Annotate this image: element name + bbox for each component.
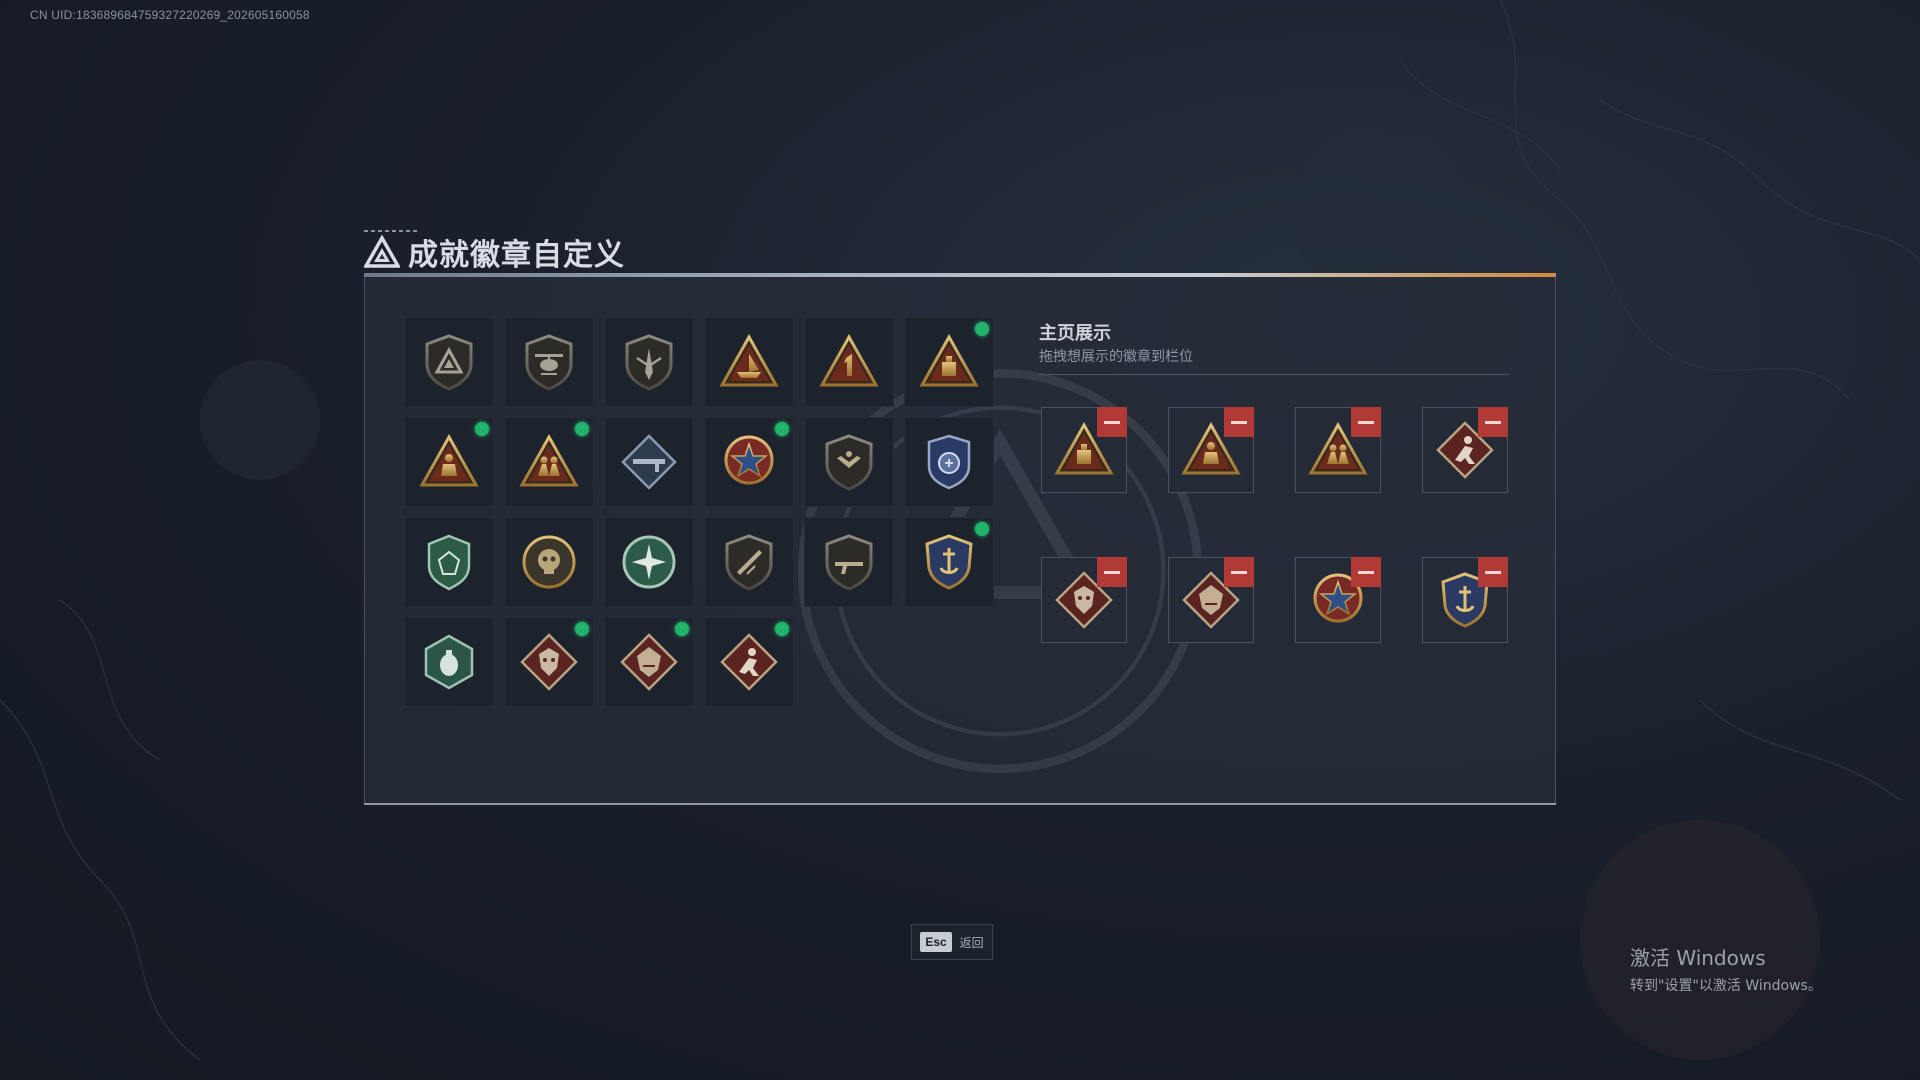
new-indicator-dot: [975, 322, 989, 336]
green-shield-badge-icon: [427, 534, 471, 591]
panel-bottom-line: [364, 803, 1556, 805]
dagger-shield-badge-icon: [619, 332, 679, 392]
display-slot[interactable]: [1168, 407, 1254, 493]
display-slots: [1041, 407, 1511, 667]
remove-badge-button[interactable]: [1224, 407, 1254, 437]
grenade-hexagon-badge-icon: [424, 634, 474, 690]
new-indicator-dot: [975, 522, 989, 536]
soldier-diamond-badge-icon: [719, 632, 779, 692]
badge-cell[interactable]: [704, 417, 794, 507]
badge-cell[interactable]: [904, 517, 994, 607]
new-indicator-dot: [575, 422, 589, 436]
badge-cell[interactable]: [604, 317, 694, 407]
blue-crest-badge-icon: [927, 434, 971, 490]
badge-cell[interactable]: [404, 517, 494, 607]
badge-cell[interactable]: [504, 517, 594, 607]
crate-triangle-badge-icon: [919, 332, 979, 392]
minus-icon: [1485, 420, 1501, 424]
display-slot[interactable]: [1295, 557, 1381, 643]
new-indicator-dot: [675, 622, 689, 636]
badge-cell[interactable]: [404, 317, 494, 407]
badge-cell[interactable]: [604, 517, 694, 607]
display-slot[interactable]: [1295, 407, 1381, 493]
soldiers-triangle-badge-icon: [519, 432, 579, 492]
remove-badge-button[interactable]: [1351, 557, 1381, 587]
minus-icon: [1231, 570, 1247, 574]
display-section-title: 主页展示: [1039, 323, 1111, 344]
badge-cell[interactable]: [704, 517, 794, 607]
ship-triangle-badge-icon: [719, 332, 779, 392]
badge-cell[interactable]: [504, 617, 594, 707]
remove-badge-button[interactable]: [1097, 407, 1127, 437]
remove-badge-button[interactable]: [1224, 557, 1254, 587]
display-slot[interactable]: [1168, 557, 1254, 643]
back-label: 返回: [959, 935, 984, 950]
badge-grid: [404, 317, 994, 707]
minus-icon: [1358, 570, 1374, 574]
triangle-emblem-shield-badge-icon: [419, 332, 479, 392]
rifle-diamond-badge-icon: [621, 434, 677, 490]
kneeling-soldier-triangle-badge-icon: [419, 432, 479, 492]
wings-shield-badge-icon: [819, 432, 879, 492]
display-slot[interactable]: [1041, 557, 1127, 643]
display-slot[interactable]: [1041, 407, 1127, 493]
minus-icon: [1104, 570, 1120, 574]
rifle-shield-badge-icon: [719, 532, 779, 592]
new-indicator-dot: [475, 422, 489, 436]
minus-icon: [1485, 570, 1501, 574]
display-slot[interactable]: [1422, 557, 1508, 643]
back-button[interactable]: Esc 返回: [911, 924, 993, 960]
badge-cell[interactable]: [804, 517, 894, 607]
display-divider: [1039, 374, 1509, 375]
activate-windows-title: 激活 Windows: [1630, 946, 1766, 970]
badge-cell[interactable]: [504, 417, 594, 507]
badge-cell[interactable]: [904, 417, 994, 507]
badge-cell[interactable]: [404, 417, 494, 507]
star-medal-badge-icon: [724, 435, 774, 485]
skull-round-badge-icon: [519, 532, 579, 592]
remove-badge-button[interactable]: [1478, 407, 1508, 437]
badge-cell[interactable]: [504, 317, 594, 407]
badge-cell[interactable]: [804, 317, 894, 407]
esc-key-icon: Esc: [920, 932, 952, 952]
dragon-diamond-alt-badge-icon: [619, 632, 679, 692]
display-section-subtitle: 拖拽想展示的徽章到栏位: [1039, 349, 1193, 365]
activate-windows-hint: 转到"设置"以激活 Windows。: [1630, 978, 1822, 994]
page-title: 成就徽章自定义: [408, 238, 625, 273]
uid-label: CN UID:183689684759327220269_20260516005…: [30, 8, 310, 22]
new-indicator-dot: [775, 622, 789, 636]
badge-customize-panel: 主页展示 拖拽想展示的徽章到栏位: [364, 273, 1556, 805]
rifle-shield-dark-badge-icon: [819, 532, 879, 592]
green-star-round-badge-icon: [622, 535, 676, 589]
remove-badge-button[interactable]: [1351, 407, 1381, 437]
page-header: 成就徽章自定义: [364, 230, 625, 274]
delta-logo-icon: [364, 235, 400, 268]
badge-cell[interactable]: [704, 617, 794, 707]
badge-cell[interactable]: [904, 317, 994, 407]
panel-top-bar: [364, 273, 1556, 277]
badge-cell[interactable]: [604, 617, 694, 707]
helicopter-shield-badge-icon: [519, 332, 579, 392]
new-indicator-dot: [575, 622, 589, 636]
minus-icon: [1358, 420, 1374, 424]
activate-windows-watermark: 激活 Windows 转到"设置"以激活 Windows。: [1630, 942, 1822, 995]
minus-icon: [1231, 420, 1247, 424]
anchor-crest-badge-icon: [925, 534, 973, 590]
badge-cell[interactable]: [804, 417, 894, 507]
dragon-diamond-badge-icon: [519, 632, 579, 692]
new-indicator-dot: [775, 422, 789, 436]
remove-badge-button[interactable]: [1097, 557, 1127, 587]
remove-badge-button[interactable]: [1478, 557, 1508, 587]
badge-cell[interactable]: [604, 417, 694, 507]
badge-cell[interactable]: [704, 317, 794, 407]
number-one-triangle-badge-icon: [819, 332, 879, 392]
badge-cell[interactable]: [404, 617, 494, 707]
display-slot[interactable]: [1422, 407, 1508, 493]
minus-icon: [1104, 420, 1120, 424]
